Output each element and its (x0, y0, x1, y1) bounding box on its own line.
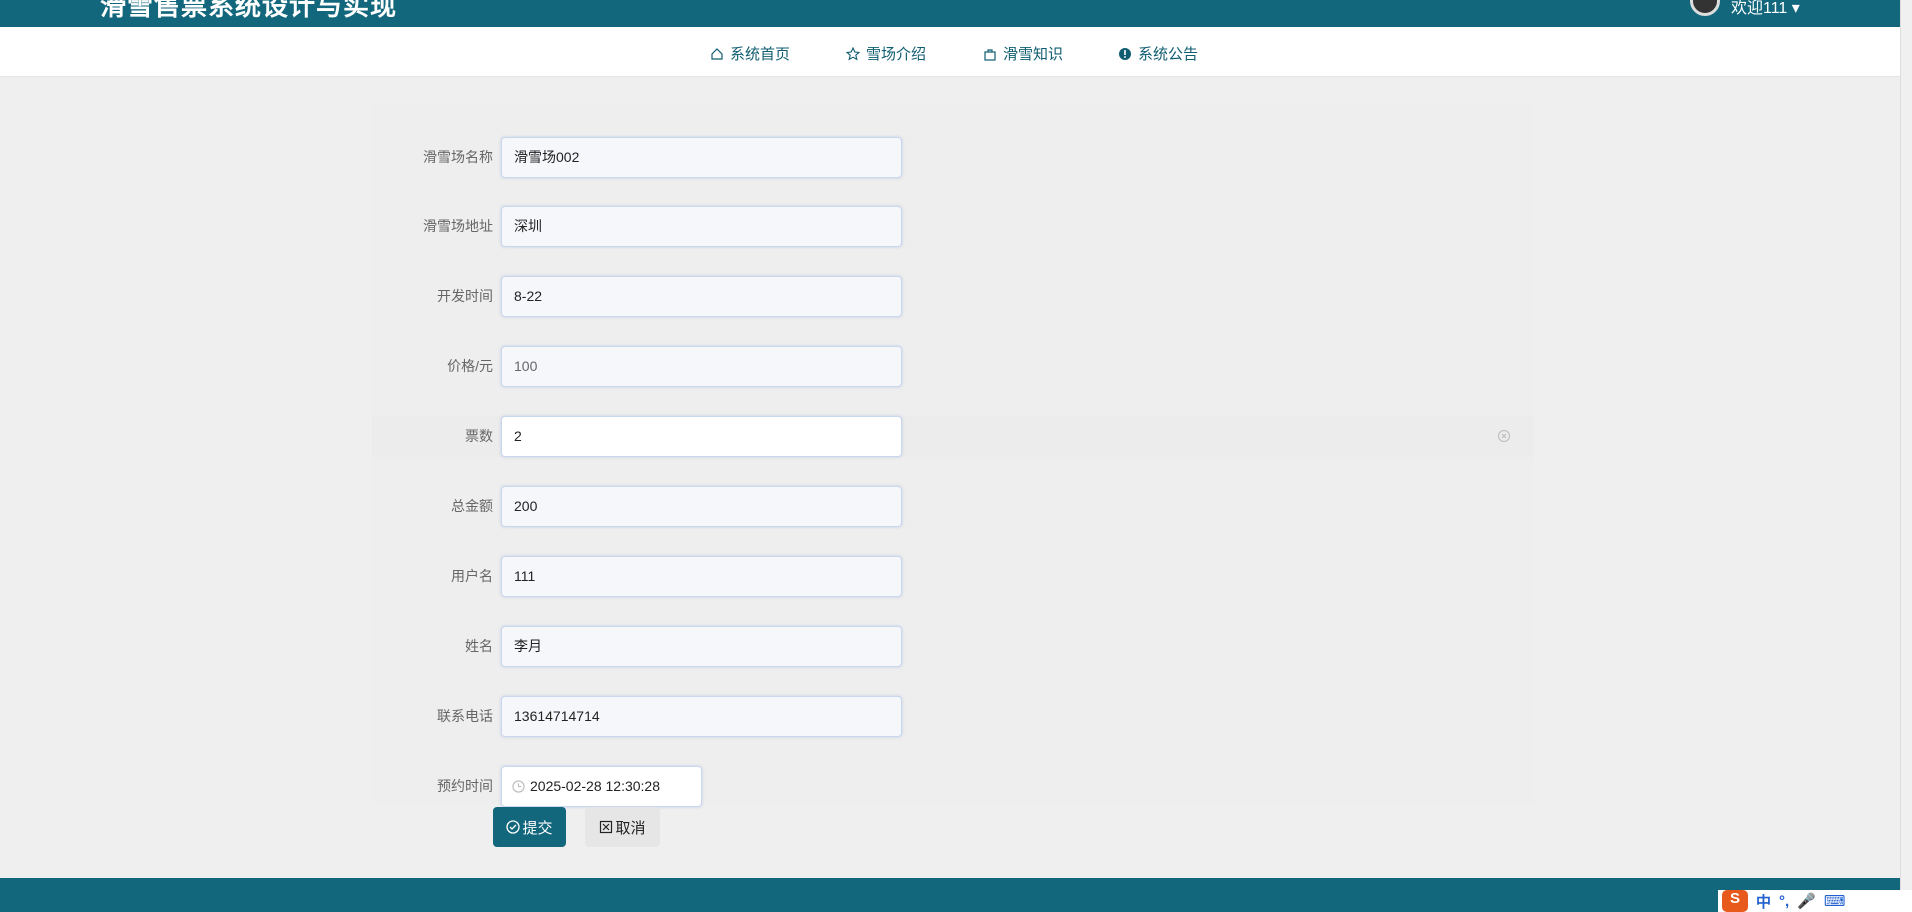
field-name: 姓名 李月 (372, 626, 1534, 667)
ime-toolbar[interactable]: S 中 °, 🎤 ⌨ (1718, 890, 1912, 912)
scrollbar[interactable] (1900, 0, 1912, 912)
field-total-amount: 总金额 200 (372, 486, 1534, 527)
clock-icon (512, 780, 525, 793)
nav-announcements[interactable]: 系统公告 (1118, 43, 1198, 64)
top-header: 滑雪售票系统设计与实现 欢迎111 ▾ (0, 0, 1900, 27)
submit-button[interactable]: 提交 (493, 807, 566, 847)
field-ticket-count: 票数 2 (372, 416, 1534, 457)
check-circle-icon (506, 820, 521, 834)
site-title: 滑雪售票系统设计与实现 (100, 0, 398, 21)
name-input[interactable]: 李月 (501, 626, 902, 667)
nav-ski-resorts[interactable]: 雪场介绍 (846, 43, 926, 64)
main-nav: 系统首页 雪场介绍 滑雪知识 系统公告 (0, 27, 1900, 77)
ticket-count-input[interactable]: 2 (501, 416, 902, 457)
microphone-icon[interactable]: 🎤 (1797, 892, 1816, 910)
total-amount-input[interactable]: 200 (501, 486, 902, 527)
order-form: 滑雪场名称 滑雪场002 滑雪场地址 深圳 开发时间 8-22 价格/元 100 票数 2… (372, 104, 1534, 807)
field-open-time: 开发时间 8-22 (372, 276, 1534, 317)
keyboard-icon[interactable]: ⌨ (1824, 892, 1846, 910)
cancel-button[interactable]: 取消 (585, 807, 660, 847)
avatar[interactable] (1690, 0, 1720, 16)
ime-mode[interactable]: 中 (1756, 891, 1771, 912)
star-icon (846, 46, 860, 61)
field-reservation-time: 预约时间 2025-02-28 12:30:28 (372, 766, 1534, 807)
field-username: 用户名 111 (372, 556, 1534, 597)
clear-icon[interactable] (1497, 429, 1511, 443)
info-icon (1119, 47, 1131, 60)
nav-home[interactable]: 系统首页 (710, 43, 790, 64)
field-phone: 联系电话 13614714714 (372, 696, 1534, 737)
resort-name-input[interactable]: 滑雪场002 (501, 137, 902, 178)
ime-punct[interactable]: °, (1779, 893, 1789, 910)
field-resort-name: 滑雪场名称 滑雪场002 (372, 137, 1534, 178)
reservation-time-picker[interactable]: 2025-02-28 12:30:28 (501, 766, 702, 807)
home-icon (711, 47, 723, 60)
nav-ski-knowledge[interactable]: 滑雪知识 (983, 43, 1063, 64)
username-input[interactable]: 111 (501, 556, 902, 597)
open-time-input[interactable]: 8-22 (501, 276, 902, 317)
field-resort-address: 滑雪场地址 深圳 (372, 206, 1534, 247)
phone-input[interactable]: 13614714714 (501, 696, 902, 737)
ime-logo: S (1722, 890, 1748, 912)
resort-address-input[interactable]: 深圳 (501, 206, 902, 247)
user-menu[interactable]: 欢迎111 ▾ (1731, 0, 1800, 18)
field-price: 价格/元 100 (372, 346, 1534, 387)
price-input[interactable]: 100 (501, 346, 902, 387)
close-square-icon (600, 820, 613, 834)
bag-icon (984, 48, 996, 61)
footer (0, 878, 1900, 912)
